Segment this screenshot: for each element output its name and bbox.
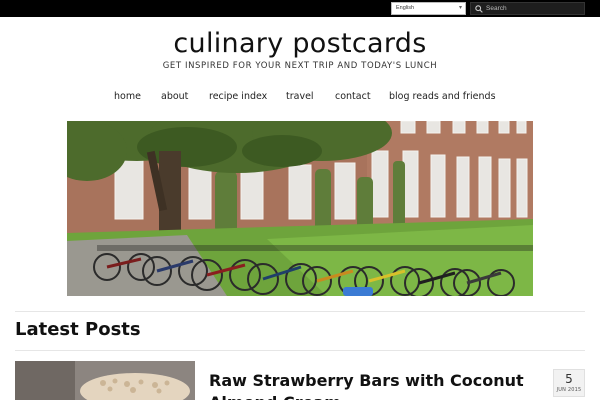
nav-item-recipe-index[interactable]: recipe index (209, 91, 267, 102)
section-divider (15, 350, 585, 351)
search-icon[interactable] (475, 5, 483, 13)
nav-item-about[interactable]: about (161, 91, 188, 102)
language-select-value: English (396, 5, 415, 11)
nav-item-blog-reads-and-friends[interactable]: blog reads and friends (389, 91, 496, 102)
site-tagline: GET INSPIRED FOR YOUR NEXT TRIP AND TODA… (162, 61, 438, 71)
nav-item-contact[interactable]: contact (335, 91, 371, 102)
search-box[interactable] (470, 2, 585, 15)
language-select[interactable]: English ▾ (391, 2, 466, 15)
chevron-down-icon: ▾ (458, 5, 462, 11)
site-title[interactable]: culinary postcards (0, 28, 600, 59)
post-thumbnail[interactable] (15, 361, 195, 400)
search-input[interactable] (486, 3, 582, 14)
post-title-link[interactable]: Raw Strawberry Bars with Coconut Almond … (209, 370, 539, 400)
top-bar: English ▾ (0, 0, 600, 17)
section-divider (15, 311, 585, 312)
post-date-badge: 5 JUN 2015 (553, 369, 585, 397)
header-image (67, 121, 533, 296)
latest-posts-heading: Latest Posts (15, 319, 141, 340)
post-date-day: 5 (565, 372, 573, 386)
post-date-month: JUN 2015 (556, 387, 582, 393)
nav-item-home[interactable]: home (114, 91, 141, 102)
nav-item-travel[interactable]: travel (286, 91, 314, 102)
